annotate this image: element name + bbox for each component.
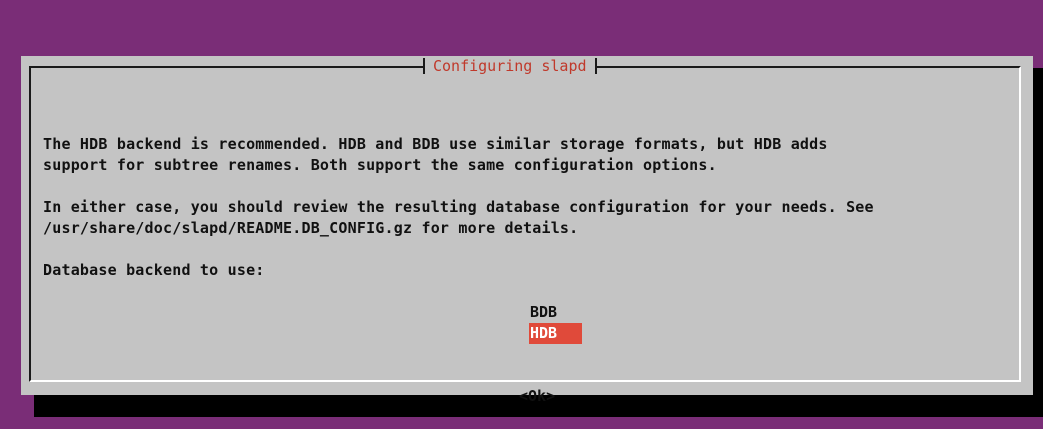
description-line: The HDB backend is recommended. HDB and … bbox=[43, 135, 828, 153]
dialog-shadow bbox=[1033, 68, 1043, 417]
configuration-dialog: Configuring slapd The HDB backend is rec… bbox=[21, 56, 1033, 405]
description-line: In either case, you should review the re… bbox=[43, 198, 874, 216]
dialog-title: Configuring slapd bbox=[423, 56, 597, 76]
option-hdb[interactable]: HDB bbox=[529, 323, 582, 344]
option-bdb[interactable]: BDB bbox=[529, 302, 582, 323]
backend-options-list: BDB HDB bbox=[529, 302, 582, 344]
ok-button[interactable]: <Ok> bbox=[519, 386, 555, 407]
prompt-label: Database backend to use: bbox=[43, 261, 265, 279]
description-line: /usr/share/doc/slapd/README.DB_CONFIG.gz… bbox=[43, 219, 579, 237]
terminal-screen: Configuring slapd The HDB backend is rec… bbox=[0, 0, 1043, 429]
description-line: support for subtree renames. Both suppor… bbox=[43, 156, 717, 174]
